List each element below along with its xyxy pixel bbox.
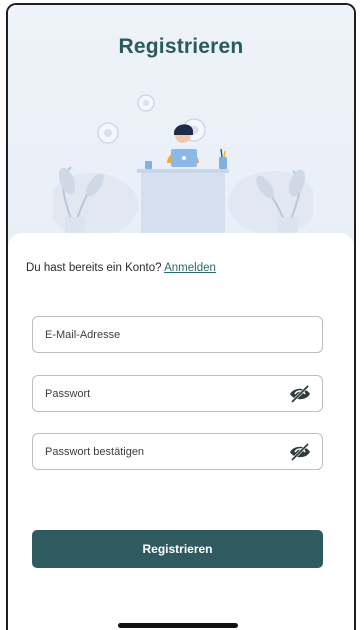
form-card <box>8 233 354 630</box>
confirm-password-field[interactable] <box>32 433 323 470</box>
password-field[interactable] <box>32 375 323 412</box>
email-field[interactable] <box>32 316 323 353</box>
home-indicator <box>118 623 238 628</box>
email-input[interactable] <box>33 317 322 352</box>
password-input[interactable] <box>33 376 322 411</box>
login-prompt: Du hast bereits ein Konto? Anmelden <box>26 262 216 274</box>
workspace-illustration <box>53 94 313 235</box>
eye-slash-icon[interactable] <box>288 442 312 462</box>
eye-slash-icon[interactable] <box>288 384 312 404</box>
hero-section: Registrieren <box>8 5 354 245</box>
confirm-password-input[interactable] <box>33 434 322 469</box>
login-link[interactable]: Anmelden <box>164 262 216 274</box>
register-button[interactable]: Registrieren <box>32 530 323 568</box>
login-prompt-text: Du hast bereits ein Konto? <box>26 262 165 274</box>
page-title: Registrieren <box>118 35 244 58</box>
